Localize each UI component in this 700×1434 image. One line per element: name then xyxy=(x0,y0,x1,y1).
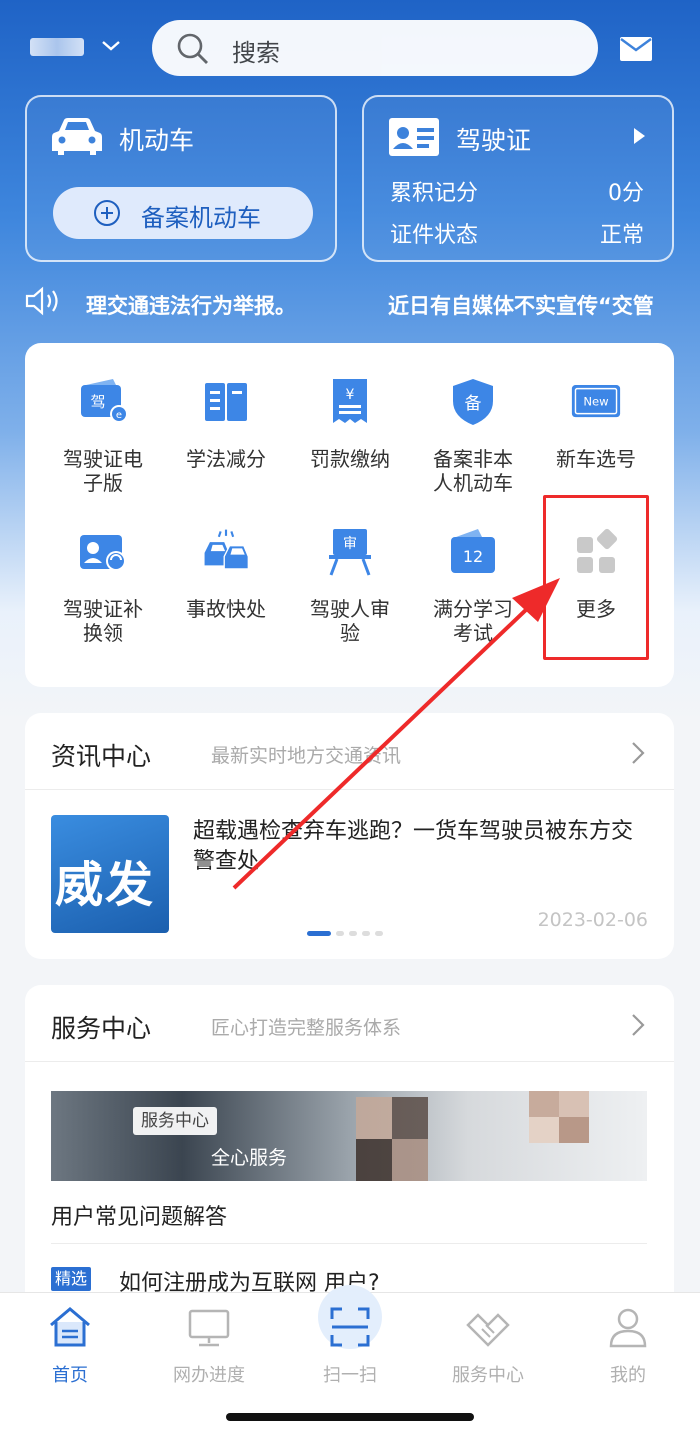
monitor-icon xyxy=(188,1309,230,1347)
motor-card-title: 机动车 xyxy=(119,126,195,155)
tab-label: 服务中心 xyxy=(452,1365,524,1386)
points-label: 累积记分 xyxy=(390,181,479,206)
service-full-score-exam[interactable]: 12 满分学习 考试 xyxy=(408,527,538,677)
e-license-icon: 驾 e xyxy=(81,379,128,423)
banner-tag: 服务中心 xyxy=(133,1107,217,1135)
service-driver-review[interactable]: 审 驾驶人审验 xyxy=(285,527,415,657)
featured-badge: 精选 xyxy=(51,1267,92,1291)
city-selector[interactable] xyxy=(30,36,90,58)
banner-slogan: 全心服务 xyxy=(211,1147,288,1169)
license-card-title: 驾驶证 xyxy=(456,126,532,155)
status-value: 正常 xyxy=(599,223,644,248)
more-grid-icon xyxy=(577,528,618,573)
register-vehicle-button[interactable]: 备案机动车 xyxy=(53,187,313,239)
top-bar: 搜索 xyxy=(0,18,700,78)
new-plate-icon: New xyxy=(571,385,621,418)
service-license-renew[interactable]: 驾驶证补 换领 xyxy=(38,527,168,657)
service-label: 罚款缴纳 xyxy=(310,447,390,471)
points-value: 0分 xyxy=(608,181,644,206)
divider xyxy=(25,1061,674,1062)
service-label: 更多 xyxy=(576,597,616,621)
book-icon xyxy=(205,383,247,421)
service-new-plate[interactable]: New 新车选号 xyxy=(531,377,661,507)
tab-label: 网办进度 xyxy=(173,1365,245,1386)
service-section-title: 服务中心 xyxy=(51,1014,152,1043)
svg-text:¥: ¥ xyxy=(346,387,355,403)
blurred-face xyxy=(529,1091,589,1143)
news-thumbnail[interactable]: 威发 xyxy=(51,815,169,933)
news-date: 2023-02-06 xyxy=(537,909,648,931)
chevron-right-icon[interactable] xyxy=(630,740,646,766)
service-record-other-vehicle[interactable]: 备 备案非本 人机动车 xyxy=(408,377,538,527)
divider xyxy=(25,789,674,790)
service-banner[interactable]: 服务中心 全心服务 xyxy=(51,1091,647,1181)
search-placeholder: 搜索 xyxy=(232,39,280,67)
service-grid: 驾 e 驾驶证电子版 学法减分 ¥ 罚款缴纳 备 备案非本人机动车 New xyxy=(25,343,674,687)
blurred-city-name xyxy=(30,38,84,56)
faq-title: 用户常见问题解答 xyxy=(51,1205,228,1230)
driver-review-icon: 审 xyxy=(329,529,371,576)
tab-label: 首页 xyxy=(52,1365,88,1386)
accident-icon xyxy=(204,529,249,570)
notice-text-left: 理交通违法行为举报。 xyxy=(86,294,296,318)
register-vehicle-label: 备案机动车 xyxy=(141,204,261,232)
calendar-12-icon: 12 xyxy=(451,529,495,573)
service-fine-payment[interactable]: ¥ 罚款缴纳 xyxy=(285,377,415,507)
car-icon xyxy=(52,118,102,155)
service-label: 驾驶证电 子版 xyxy=(63,447,143,495)
service-study-reduce[interactable]: 学法减分 xyxy=(161,377,291,507)
service-label: 学法减分 xyxy=(186,447,266,471)
svg-text:备: 备 xyxy=(465,394,482,414)
chevron-down-icon[interactable] xyxy=(100,38,122,54)
search-bar[interactable]: 搜索 xyxy=(152,20,598,76)
speaker-icon xyxy=(25,286,58,316)
service-label: 事故快处 xyxy=(186,597,266,621)
blurred-face xyxy=(356,1097,428,1181)
chevron-right-icon[interactable] xyxy=(630,1012,646,1038)
shield-record-icon: 备 xyxy=(453,379,493,425)
bottom-tab-bar: 首页 网办进度 扫一扫 服务中心 我的 xyxy=(0,1285,700,1434)
status-label: 证件状态 xyxy=(390,223,479,248)
scan-icon xyxy=(330,1307,370,1347)
service-label: 驾驶证补 换领 xyxy=(63,597,143,645)
notice-marquee[interactable]: 理交通违法行为举报。 近日有自媒体不实宣传“交管 xyxy=(0,282,700,322)
id-card-icon xyxy=(389,118,439,156)
user-icon xyxy=(609,1308,647,1348)
mail-icon[interactable] xyxy=(619,36,653,62)
handshake-icon xyxy=(466,1313,510,1347)
notice-text-right: 近日有自媒体不实宣传“交管 xyxy=(388,294,654,318)
caret-right-icon[interactable] xyxy=(632,127,646,145)
plus-circle-icon xyxy=(94,200,120,226)
news-center-card[interactable]: 资讯中心 最新实时地方交通资讯 威发 超载遇检查弃车逃跑？一货车驾驶员被东方交警… xyxy=(25,713,674,959)
service-accident[interactable]: 事故快处 xyxy=(161,527,291,657)
service-section-subtitle: 匠心打造完整服务体系 xyxy=(211,1017,402,1039)
tab-label: 我的 xyxy=(610,1365,646,1386)
fine-receipt-icon: ¥ xyxy=(333,379,367,423)
svg-text:驾: 驾 xyxy=(90,393,105,411)
service-label: 备案非本 人机动车 xyxy=(433,447,513,495)
service-label: 驾驶人审验 xyxy=(310,597,390,645)
search-icon xyxy=(177,33,208,64)
news-headline[interactable]: 超载遇检查弃车逃跑？一货车驾驶员被东方交警查处 xyxy=(193,817,643,877)
news-section-subtitle: 最新实时地方交通资讯 xyxy=(211,745,402,767)
service-e-license[interactable]: 驾 e 驾驶证电 子版 xyxy=(38,377,168,507)
svg-text:12: 12 xyxy=(463,547,483,566)
news-thumb-text: 威发 xyxy=(55,857,156,913)
carousel-dots xyxy=(307,931,397,937)
svg-text:New: New xyxy=(583,395,608,409)
service-more[interactable]: 更多 xyxy=(531,527,661,657)
service-label: 满分学习 考试 xyxy=(433,597,513,645)
service-center-card[interactable]: 服务中心 匠心打造完整服务体系 服务中心 全心服务 用户常见问题解答 精选 如何… xyxy=(25,985,674,1305)
divider xyxy=(51,1243,647,1244)
home-icon xyxy=(50,1307,90,1347)
svg-text:审: 审 xyxy=(343,536,357,552)
license-renew-icon xyxy=(80,535,126,571)
service-label: 新车选号 xyxy=(556,447,636,471)
home-indicator xyxy=(226,1413,474,1421)
svg-text:e: e xyxy=(116,410,122,421)
driver-license-card[interactable]: 驾驶证 累积记分 0分 证件状态 正常 xyxy=(362,95,674,262)
motor-vehicle-card[interactable]: 机动车 备案机动车 xyxy=(25,95,337,262)
news-section-title: 资讯中心 xyxy=(51,742,152,771)
tab-label: 扫一扫 xyxy=(323,1365,377,1386)
